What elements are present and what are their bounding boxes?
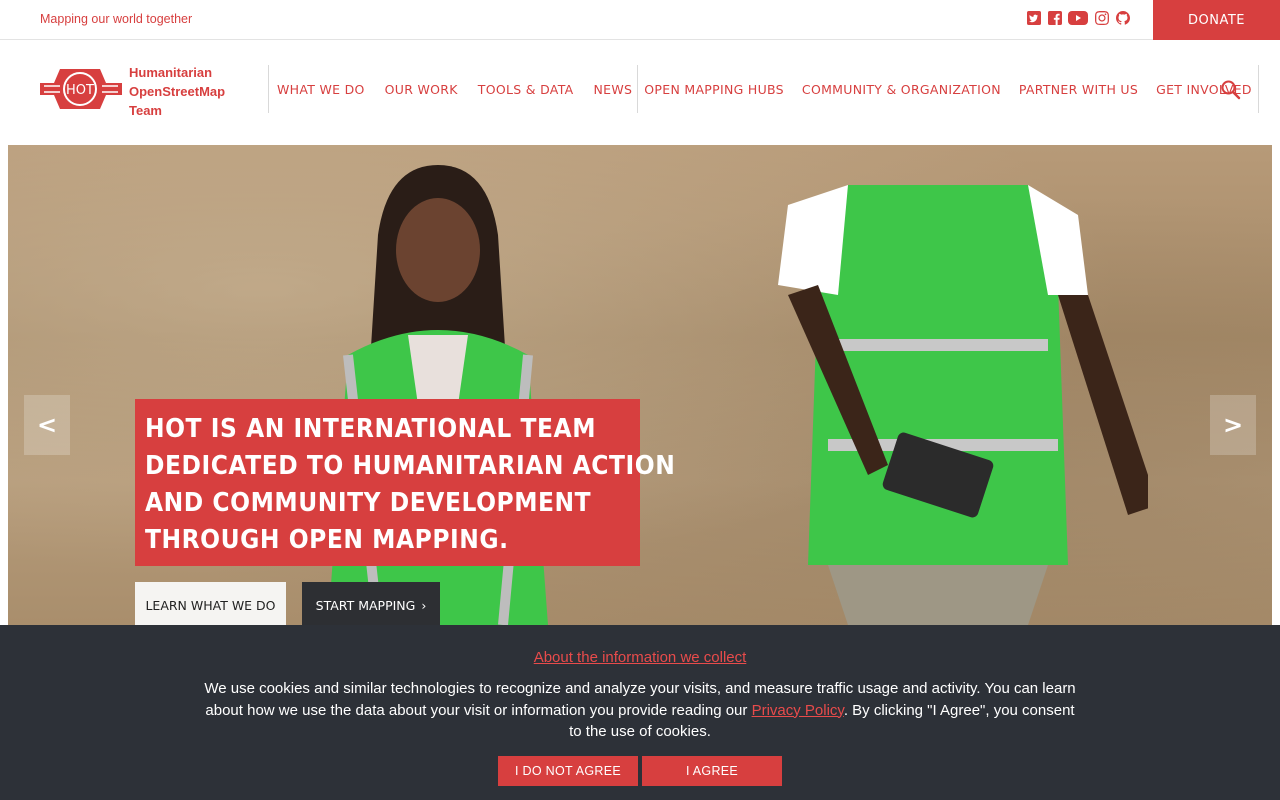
logo-line-1: Humanitarian [129,65,213,80]
site-header: HOT Humanitarian OpenStreetMap Team WHAT… [0,41,1280,145]
nav-news[interactable]: NEWS [594,82,633,97]
nav-separator [268,65,269,113]
hot-logo[interactable]: HOT Humanitarian OpenStreetMap Team [40,63,240,119]
main-nav: WHAT WE DO OUR WORK TOOLS & DATA NEWS OP… [268,65,1259,113]
donate-button[interactable]: DONATE [1153,0,1280,40]
search-icon[interactable] [1220,79,1242,101]
nav-what-we-do[interactable]: WHAT WE DO [277,82,365,97]
twitter-icon[interactable] [1026,10,1041,26]
cookie-text: We use cookies and similar technologies … [200,678,1080,743]
logo-line-2: OpenStreetMap [129,84,226,99]
nav-open-mapping-hubs[interactable]: OPEN MAPPING HUBS [644,82,784,97]
nav-partner-with-us[interactable]: PARTNER WITH US [1019,82,1138,97]
nav-our-work[interactable]: OUR WORK [385,82,458,97]
github-icon[interactable] [1115,10,1130,26]
facebook-icon[interactable] [1047,10,1062,26]
tagline: Mapping our world together [40,12,193,26]
hot-logo-mark: HOT [40,69,122,109]
cookie-banner: About the information we collect We use … [0,625,1280,800]
carousel-next-button[interactable]: > [1210,395,1256,455]
hero-person-man [778,185,1148,625]
logo-line-3: Team [129,103,162,118]
learn-what-we-do-button[interactable]: LEARN WHAT WE DO [135,582,286,625]
nav-separator [637,65,639,113]
social-links [1026,10,1130,26]
hero-headline-line: THROUGH OPEN MAPPING. [145,525,509,555]
disagree-button[interactable]: I DO NOT AGREE [498,756,638,786]
start-mapping-button[interactable]: START MAPPING › [302,582,440,625]
nav-separator [1257,65,1259,113]
chevron-right-icon: › [421,597,427,613]
nav-community-organization[interactable]: COMMUNITY & ORGANIZATION [802,82,1001,97]
instagram-icon[interactable] [1094,10,1109,26]
hero-headline-line: HOT IS AN INTERNATIONAL TEAM [145,414,597,444]
nav-tools-data[interactable]: TOOLS & DATA [478,82,574,97]
privacy-policy-link[interactable]: Privacy Policy [752,702,844,719]
top-bar: Mapping our world together DONATE [0,0,1280,40]
start-mapping-label: START MAPPING [315,597,416,613]
carousel-prev-button[interactable]: < [24,395,70,455]
cookie-title-link[interactable]: About the information we collect [0,649,1280,666]
hero-headline: HOT IS AN INTERNATIONAL TEAM DEDICATED T… [135,399,676,566]
agree-button[interactable]: I AGREE [642,756,782,786]
logo-text: Humanitarian OpenStreetMap Team [129,63,225,120]
hero-carousel: < > HOT IS AN INTERNATIONAL TEAM DEDICAT… [8,145,1272,625]
hero-headline-line: DEDICATED TO HUMANITARIAN ACTION [145,451,676,481]
hero-headline-line: AND COMMUNITY DEVELOPMENT [145,488,592,518]
youtube-icon[interactable] [1068,10,1088,26]
logo-mark-text: HOT [66,83,94,98]
